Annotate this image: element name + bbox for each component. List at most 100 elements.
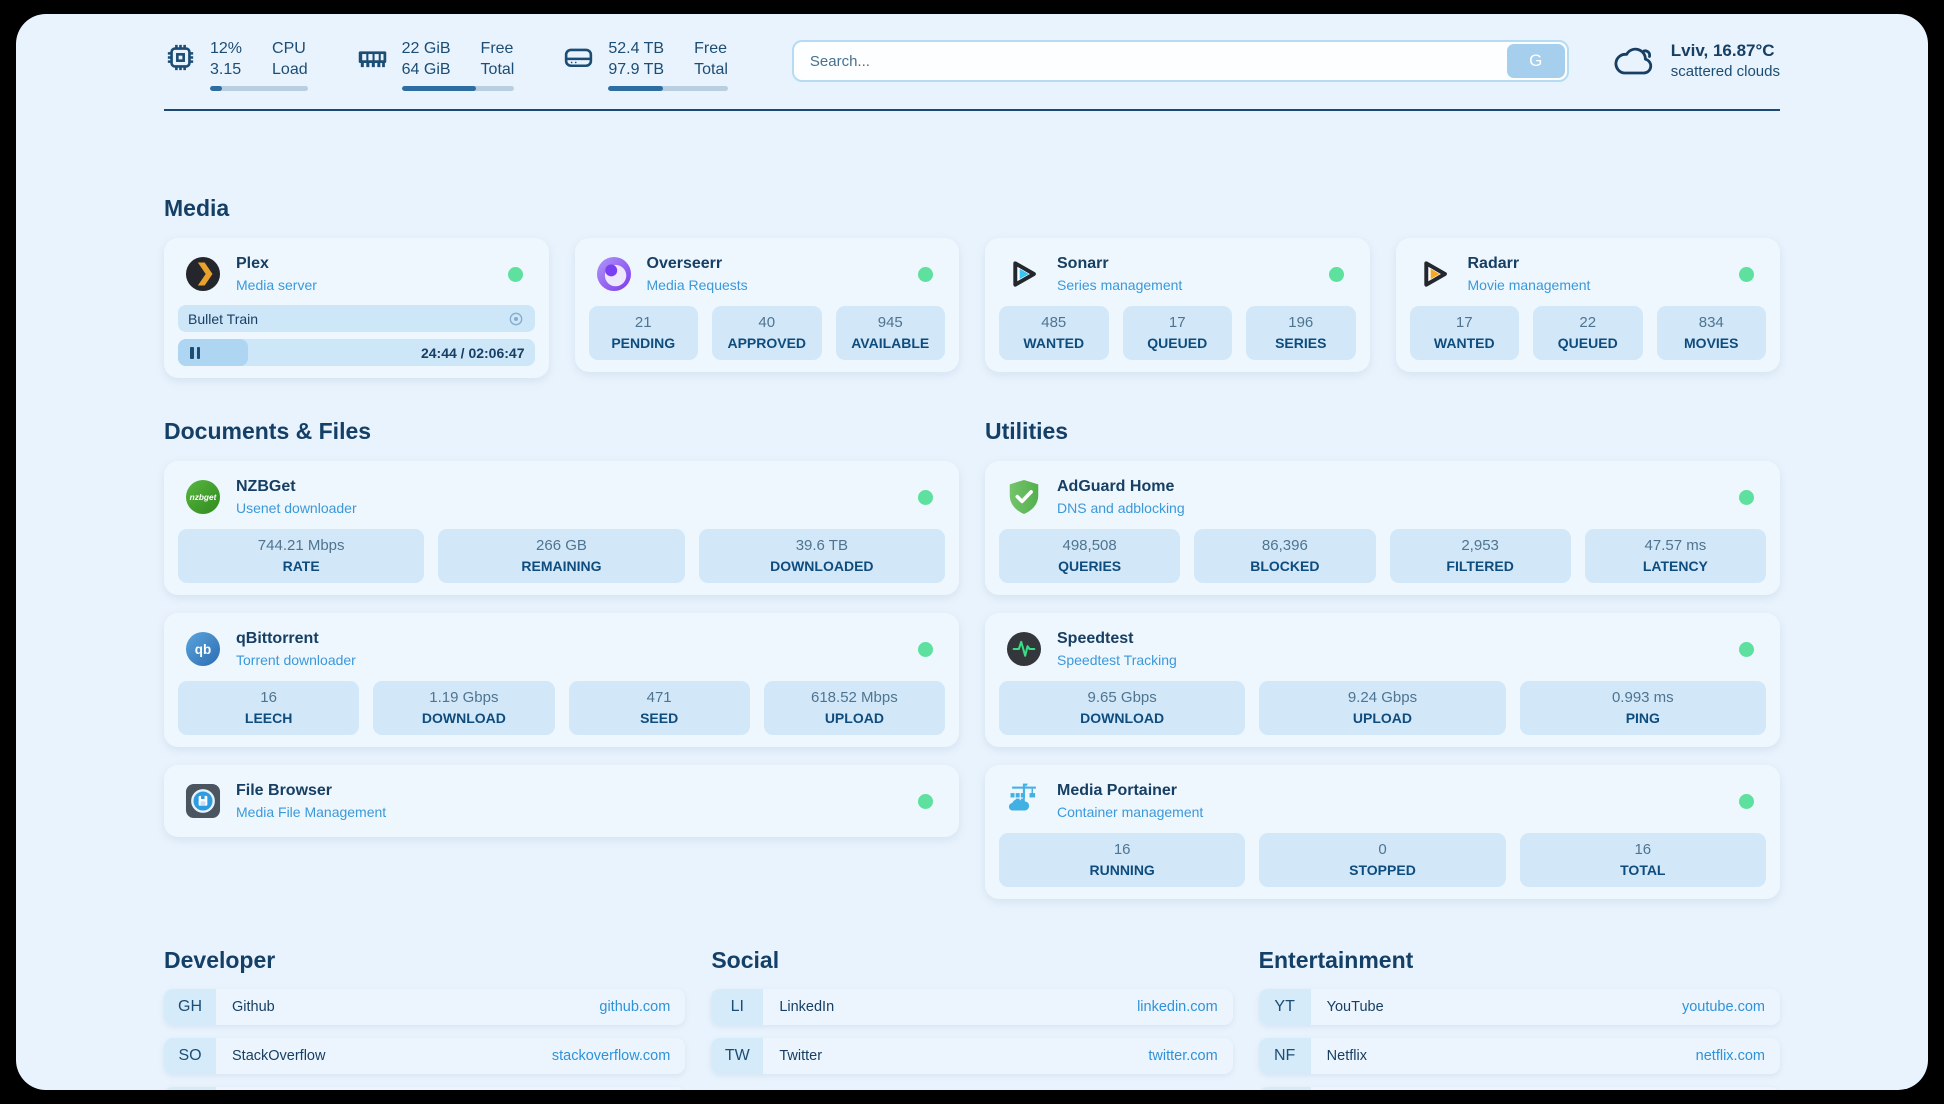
session-icon[interactable] xyxy=(507,310,525,328)
stat-tile: 471SEED xyxy=(569,681,750,735)
link-url[interactable]: twitter.com xyxy=(1148,1048,1217,1064)
link-url[interactable]: linkedin.com xyxy=(1137,999,1218,1015)
cpu-percent: 12% xyxy=(210,38,242,59)
cpu-label-bottom: Load xyxy=(272,59,308,80)
link-reddit[interactable]: RE Reddit reddit.com xyxy=(1259,1087,1780,1090)
link-name: StackOverflow xyxy=(232,1048,325,1064)
ram-progress-bar xyxy=(402,86,515,91)
pause-icon[interactable] xyxy=(190,347,200,359)
svg-text:qb: qb xyxy=(195,642,211,657)
disk-label-bottom: Total xyxy=(694,59,728,80)
disk-progress-bar xyxy=(608,86,728,91)
stat-tile: 1.19 GbpsDOWNLOAD xyxy=(373,681,554,735)
service-title: Sonarr xyxy=(1057,254,1182,274)
stat-tile: 22QUEUED xyxy=(1533,306,1643,360)
stat-tile: 834MOVIES xyxy=(1657,306,1767,360)
link-dev[interactable]: DT DEV dev.to xyxy=(164,1087,685,1090)
link-url[interactable]: youtube.com xyxy=(1682,999,1765,1015)
cloud-icon xyxy=(1613,44,1657,78)
playback-progress-fill xyxy=(178,339,248,366)
now-playing-title: Bullet Train xyxy=(188,311,258,327)
link-url[interactable]: stackoverflow.com xyxy=(552,1048,670,1064)
service-subtitle: Usenet downloader xyxy=(236,499,357,517)
link-name: Twitter xyxy=(779,1048,822,1064)
link-badge: LI xyxy=(711,989,763,1025)
speedtest-card[interactable]: Speedtest Speedtest Tracking 9.65 GbpsDO… xyxy=(985,613,1780,747)
link-url[interactable]: github.com xyxy=(599,999,670,1015)
section-title-documents: Documents & Files xyxy=(164,418,959,445)
status-dot xyxy=(918,642,933,657)
header-bar: 12% CPU 3.15 Load 22 GiB xyxy=(164,14,1780,91)
nzbget-card[interactable]: nzbget NZBGet Usenet downloader 744.21 M… xyxy=(164,461,959,595)
adguard-card[interactable]: AdGuard Home DNS and adblocking 498,508Q… xyxy=(985,461,1780,595)
search-bar: G xyxy=(792,40,1569,82)
link-url[interactable]: netflix.com xyxy=(1696,1048,1765,1064)
service-subtitle: Series management xyxy=(1057,276,1182,294)
disk-free-value: 52.4 TB xyxy=(608,38,664,59)
cpu-icon xyxy=(164,41,197,74)
link-name: YouTube xyxy=(1327,999,1384,1015)
link-github[interactable]: GH Github github.com xyxy=(164,989,685,1025)
link-netflix[interactable]: NF Netflix netflix.com xyxy=(1259,1038,1780,1074)
cpu-label-top: CPU xyxy=(272,38,308,59)
link-twitter[interactable]: TW Twitter twitter.com xyxy=(711,1038,1232,1074)
service-subtitle: Container management xyxy=(1057,803,1203,821)
stat-tile: 17WANTED xyxy=(1410,306,1520,360)
weather-location: Lviv, 16.87°C xyxy=(1671,40,1780,62)
qbittorrent-icon: qb xyxy=(184,630,222,668)
section-title-social: Social xyxy=(711,947,1232,974)
disk-icon xyxy=(562,41,595,74)
overseerr-card[interactable]: Overseerr Media Requests 21PENDING 40APP… xyxy=(575,238,960,372)
now-playing-row: Bullet Train xyxy=(178,305,535,332)
cpu-load-value: 3.15 xyxy=(210,59,242,80)
status-dot xyxy=(508,267,523,282)
status-dot xyxy=(918,794,933,809)
service-title: Plex xyxy=(236,254,317,274)
stat-tile: 16TOTAL xyxy=(1520,833,1766,887)
sonarr-card[interactable]: Sonarr Series management 485WANTED 17QUE… xyxy=(985,238,1370,372)
portainer-icon xyxy=(1005,782,1043,820)
ram-stat: 22 GiB Free 64 GiB Total xyxy=(356,38,515,91)
portainer-card[interactable]: Media Portainer Container management 16R… xyxy=(985,765,1780,899)
service-title: Overseerr xyxy=(647,254,748,274)
stat-tile: 485WANTED xyxy=(999,306,1109,360)
cpu-progress-bar xyxy=(210,86,308,91)
link-badge: NF xyxy=(1259,1038,1311,1074)
header-divider xyxy=(164,109,1780,111)
service-title: Radarr xyxy=(1468,254,1591,274)
link-badge: GH xyxy=(164,989,216,1025)
section-title-media: Media xyxy=(164,195,1780,222)
stat-tile: 17QUEUED xyxy=(1123,306,1233,360)
link-stackoverflow[interactable]: SO StackOverflow stackoverflow.com xyxy=(164,1038,685,1074)
link-youtube[interactable]: YT YouTube youtube.com xyxy=(1259,989,1780,1025)
stat-tile: 16RUNNING xyxy=(999,833,1245,887)
stat-tile: 266 GBREMAINING xyxy=(438,529,684,583)
dashboard-panel: 12% CPU 3.15 Load 22 GiB xyxy=(16,14,1928,1090)
service-subtitle: Speedtest Tracking xyxy=(1057,651,1177,669)
service-title: AdGuard Home xyxy=(1057,477,1185,497)
search-input[interactable] xyxy=(792,40,1569,82)
service-subtitle: Media Requests xyxy=(647,276,748,294)
search-engine-button[interactable]: G xyxy=(1507,44,1565,78)
radarr-card[interactable]: Radarr Movie management 17WANTED 22QUEUE… xyxy=(1396,238,1781,372)
link-linkedin[interactable]: LI LinkedIn linkedin.com xyxy=(711,989,1232,1025)
radarr-icon xyxy=(1416,255,1454,293)
developer-section: Developer GH Github github.com SO StackO… xyxy=(164,947,685,1090)
social-section: Social LI LinkedIn linkedin.com TW Twitt… xyxy=(711,947,1232,1074)
stat-tile: 0.993 msPING xyxy=(1520,681,1766,735)
qbittorrent-card[interactable]: qb qBittorrent Torrent downloader 16LEEC… xyxy=(164,613,959,747)
filebrowser-card[interactable]: File Browser Media File Management xyxy=(164,765,959,837)
link-badge: RE xyxy=(1259,1087,1311,1090)
status-dot xyxy=(1739,490,1754,505)
ram-label-top: Free xyxy=(481,38,515,59)
status-dot xyxy=(1329,267,1344,282)
link-name: Netflix xyxy=(1327,1048,1367,1064)
link-name: LinkedIn xyxy=(779,999,834,1015)
service-subtitle: Torrent downloader xyxy=(236,651,356,669)
service-title: Media Portainer xyxy=(1057,781,1203,801)
speedtest-icon xyxy=(1005,630,1043,668)
stat-tile: 196SERIES xyxy=(1246,306,1356,360)
service-subtitle: Media File Management xyxy=(236,803,386,821)
stat-tile: 9.65 GbpsDOWNLOAD xyxy=(999,681,1245,735)
plex-card[interactable]: Plex Media server Bullet Train xyxy=(164,238,549,378)
